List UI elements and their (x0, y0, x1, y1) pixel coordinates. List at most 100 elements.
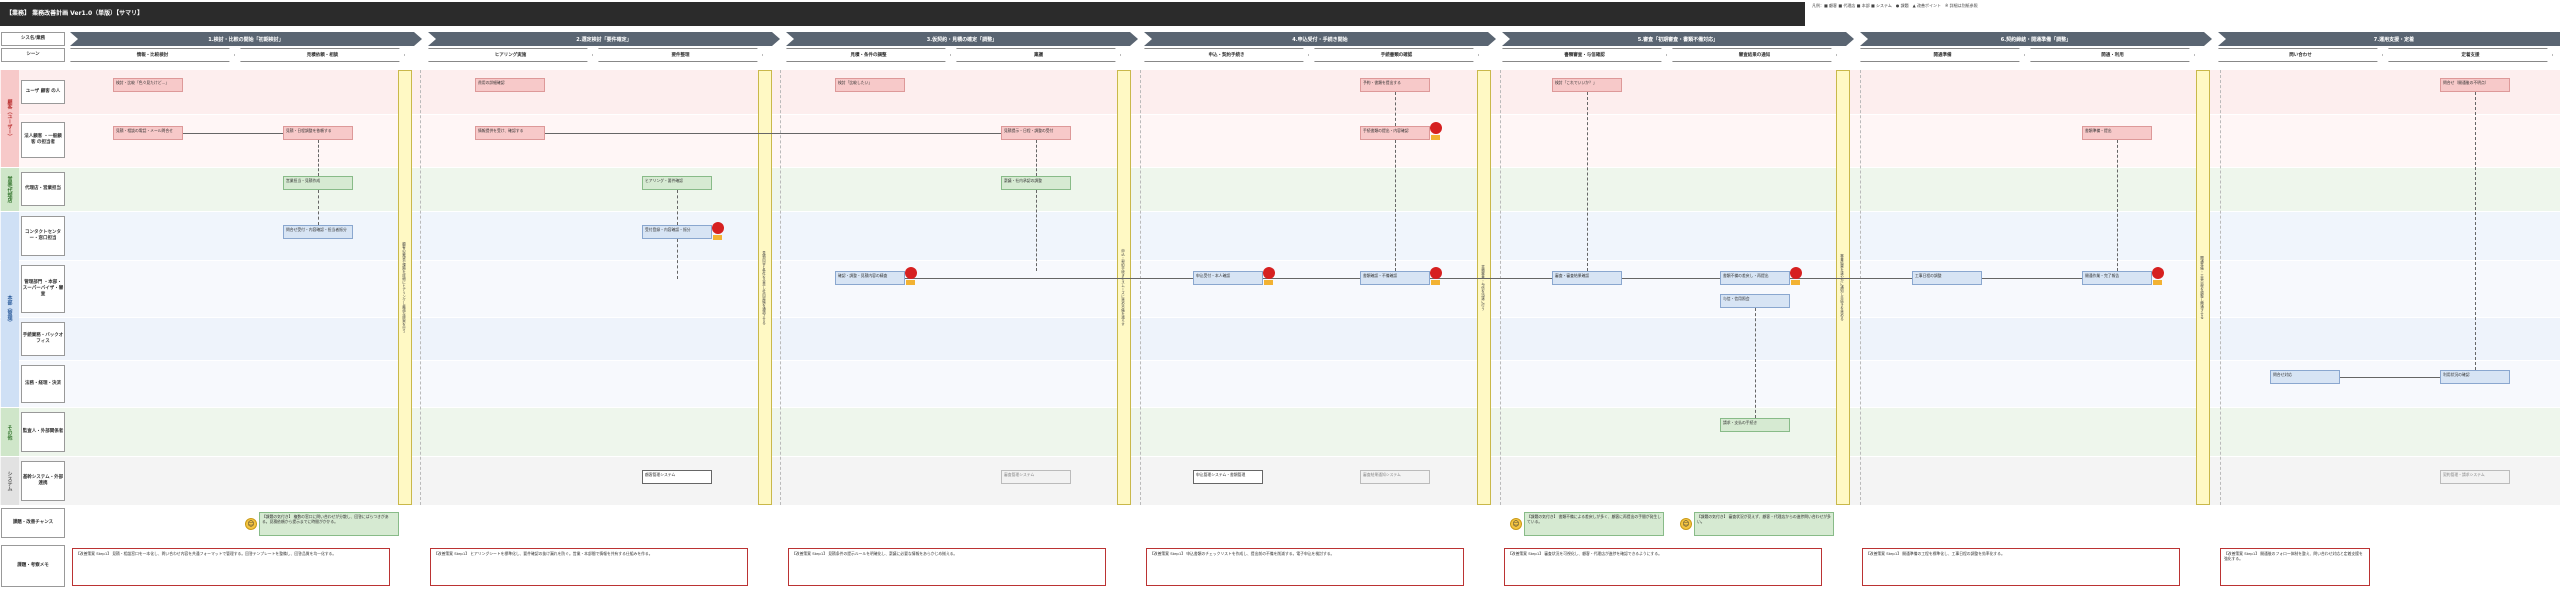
phase-2: 2.選定検討「要件確定」 (428, 32, 780, 46)
phase-2-step-1: ヒアリング実施 (428, 48, 593, 62)
phase-5-step-1: 書類審査・与信確認 (1502, 48, 1667, 62)
issue-flag-icon (1263, 267, 1275, 279)
phase-3: 3.仮契約・見積の確定「調整」 (786, 32, 1138, 46)
customer-band (0, 70, 2560, 114)
process-box: 検討・比較「色々見たけど…」 (113, 78, 183, 92)
note-box: 【改善策案 Step1】 開通準備の工程を標準化し、工事日程の調整を効率化する。 (1862, 548, 2180, 586)
phase-1-step-2: 見積依頼・相談 (240, 48, 405, 62)
connector-dash (2117, 140, 2118, 271)
connector-dash (1395, 92, 1396, 126)
issue-tag-icon (1264, 280, 1273, 285)
phase-3-step-1: 見積・条件の調整 (786, 48, 951, 62)
connector-line (1982, 278, 2082, 279)
connector-dash (318, 140, 319, 176)
issue-flag-icon (1430, 267, 1442, 279)
process-box: 営業担当・見積作成 (283, 176, 353, 190)
connector-dash (677, 239, 678, 279)
note-box: 【改善策案 Step1】 申込書類のチェックリストを作成し、提出前の不備を削減す… (1146, 548, 1464, 586)
issue-tag-icon (1431, 135, 1440, 140)
row-label-scene: シーン (1, 48, 65, 62)
process-box: 利用状況の確認 (2440, 370, 2510, 384)
process-box: 顧客管理システム (642, 470, 712, 484)
hq-band-2 (0, 261, 2560, 317)
issue-tag-icon (1791, 280, 1800, 285)
group-customer: 顧客（ユーザー） (1, 70, 19, 167)
connector-dash (1755, 308, 1756, 418)
milestone-bar-3: 申込・契約手続きをスムーズに進め不備を減らす (1117, 70, 1131, 505)
process-box: 見積・日程調整を依頼する (283, 126, 353, 140)
admin-band (0, 408, 2560, 456)
note-box: 【改善策案 Step1】 ヒアリングシートを標準化し、要件確認の抜け漏れを防ぐ。… (430, 548, 748, 586)
lane-label-9: 基幹システム・外部連携 (21, 461, 65, 501)
phase-1-step-1: 情報・比較検討 (70, 48, 235, 62)
connector-line (1430, 278, 1552, 279)
lane-label-6: 手続業務・バックオフィス (21, 322, 65, 356)
connector-line (1263, 278, 1360, 279)
connector-line (905, 278, 1193, 279)
process-box: 書類確認・不備確認 (1360, 271, 1430, 285)
smile-icon: ☺ (1680, 518, 1692, 530)
process-box: 稟議・社内承認の調整 (1001, 176, 1071, 190)
milestone-bar-5: 審査結果を速やかに通知し手続きを進める (1836, 70, 1850, 505)
row-label-issues: 課題・改善チャンス (1, 508, 65, 538)
issue-flag-icon (1430, 122, 1442, 134)
process-box: 与信・信用照会 (1720, 294, 1790, 308)
process-box: 確認・調整・見積内容の精査 (835, 271, 905, 285)
issue-flag-icon (2152, 267, 2164, 279)
hq-band-3 (0, 318, 2560, 360)
phase-3-step-2: 稟議 (956, 48, 1121, 62)
phase-separator-6 (2220, 70, 2221, 505)
milestone-bar-6: 開通準備・工事日程を調整し開通させる (2196, 70, 2210, 505)
connector-dash (2475, 92, 2476, 370)
process-box: 申込受付・本人確認 (1193, 271, 1263, 285)
process-box: 審査結果通知システム (1360, 470, 1430, 484)
milestone-bar-1: 顧客の要望や課題を詳細にヒアリングし最適な提案を行う (398, 70, 412, 505)
issue-tag-icon (713, 235, 722, 240)
note-box: 【改善策案 Step1】 審査状況を可視化し、顧客・代理店が進捗を確認できるよう… (1504, 548, 1822, 586)
lane-label-5: 管理部門 ・本部・スーパーバイザ・審査 (21, 265, 65, 313)
phase-2-step-2: 要件整理 (598, 48, 763, 62)
lane-label-1: ユーザ 顧客 の人 (21, 80, 65, 104)
page-title: 【業務】 業務改善計画 Ver1.0（単版）【サマリ】 (0, 2, 1805, 26)
process-box: 問合せ受付・内容確認・担当者振分 (283, 225, 353, 239)
connector-line (545, 133, 1001, 134)
phase-6-step-1: 開通準備 (1860, 48, 2025, 62)
row-label-system: シス名/業務 (1, 32, 65, 46)
phase-7-step-1: 問い合わせ (2218, 48, 2383, 62)
lane-label-2: 法人顧客 ・一般顧客 の担当者 (21, 122, 65, 158)
process-box: 書類準備・提出 (2082, 126, 2152, 140)
process-box: 問合せ（開通後の不明点） (2440, 78, 2510, 92)
hq-band-1 (0, 212, 2560, 260)
phase-5: 5.審査「初期審査・書類不備対応」 (1502, 32, 1854, 46)
phase-6-step-2: 開通・利用 (2030, 48, 2195, 62)
process-box: 開通作業・完了報告 (2082, 271, 2152, 285)
connector-line (2340, 377, 2440, 378)
lane-label-4: コンタクトセンター・窓口担当 (21, 216, 65, 256)
row-label-notes: 課題・考察メモ (1, 545, 65, 587)
issue-tag-icon (2153, 280, 2162, 285)
process-box: 予約・書類を提出する (1360, 78, 1430, 92)
issue-flag-icon (712, 222, 724, 234)
system-band (0, 457, 2560, 505)
note-box: 【改善策案 Step1】 見積・相談窓口を一本化し、問い合わせ内容を共通フォーマ… (72, 548, 390, 586)
process-box: 申込管理システム・書類管理 (1193, 470, 1263, 484)
process-box: 検討「比較したい」 (835, 78, 905, 92)
connector-dash (1395, 140, 1396, 271)
lane-label-3: 代理店・営業担当 (21, 172, 65, 206)
phase-separator-2 (780, 70, 781, 505)
phase-separator-1 (420, 70, 421, 505)
issue-flag-icon (905, 267, 917, 279)
process-box: 受付登録・内容確認・振分 (642, 225, 712, 239)
phase-5-step-2: 審査結果の通知 (1672, 48, 1837, 62)
connector-dash (1587, 92, 1588, 271)
process-box: 検討「これでいいか？」 (1552, 78, 1622, 92)
process-box: 書類不備の差戻し・再提出 (1720, 271, 1790, 285)
sales-band (0, 168, 2560, 211)
lane-label-7: 法務・経理・決済 (21, 365, 65, 403)
phase-4: 4.申込受付・手続き開始 (1144, 32, 1496, 46)
connector-line (183, 133, 283, 134)
process-box: 見積提示・日程・調整の受付 (1001, 126, 1071, 140)
issue-box: 【課題の気付き】 複数の窓口に問い合わせが分散し、回答にばらつきがある。見積依頼… (259, 512, 399, 536)
process-box: 見積・相談の電話・メール問合せ (113, 126, 183, 140)
connector-dash (1036, 190, 1037, 271)
